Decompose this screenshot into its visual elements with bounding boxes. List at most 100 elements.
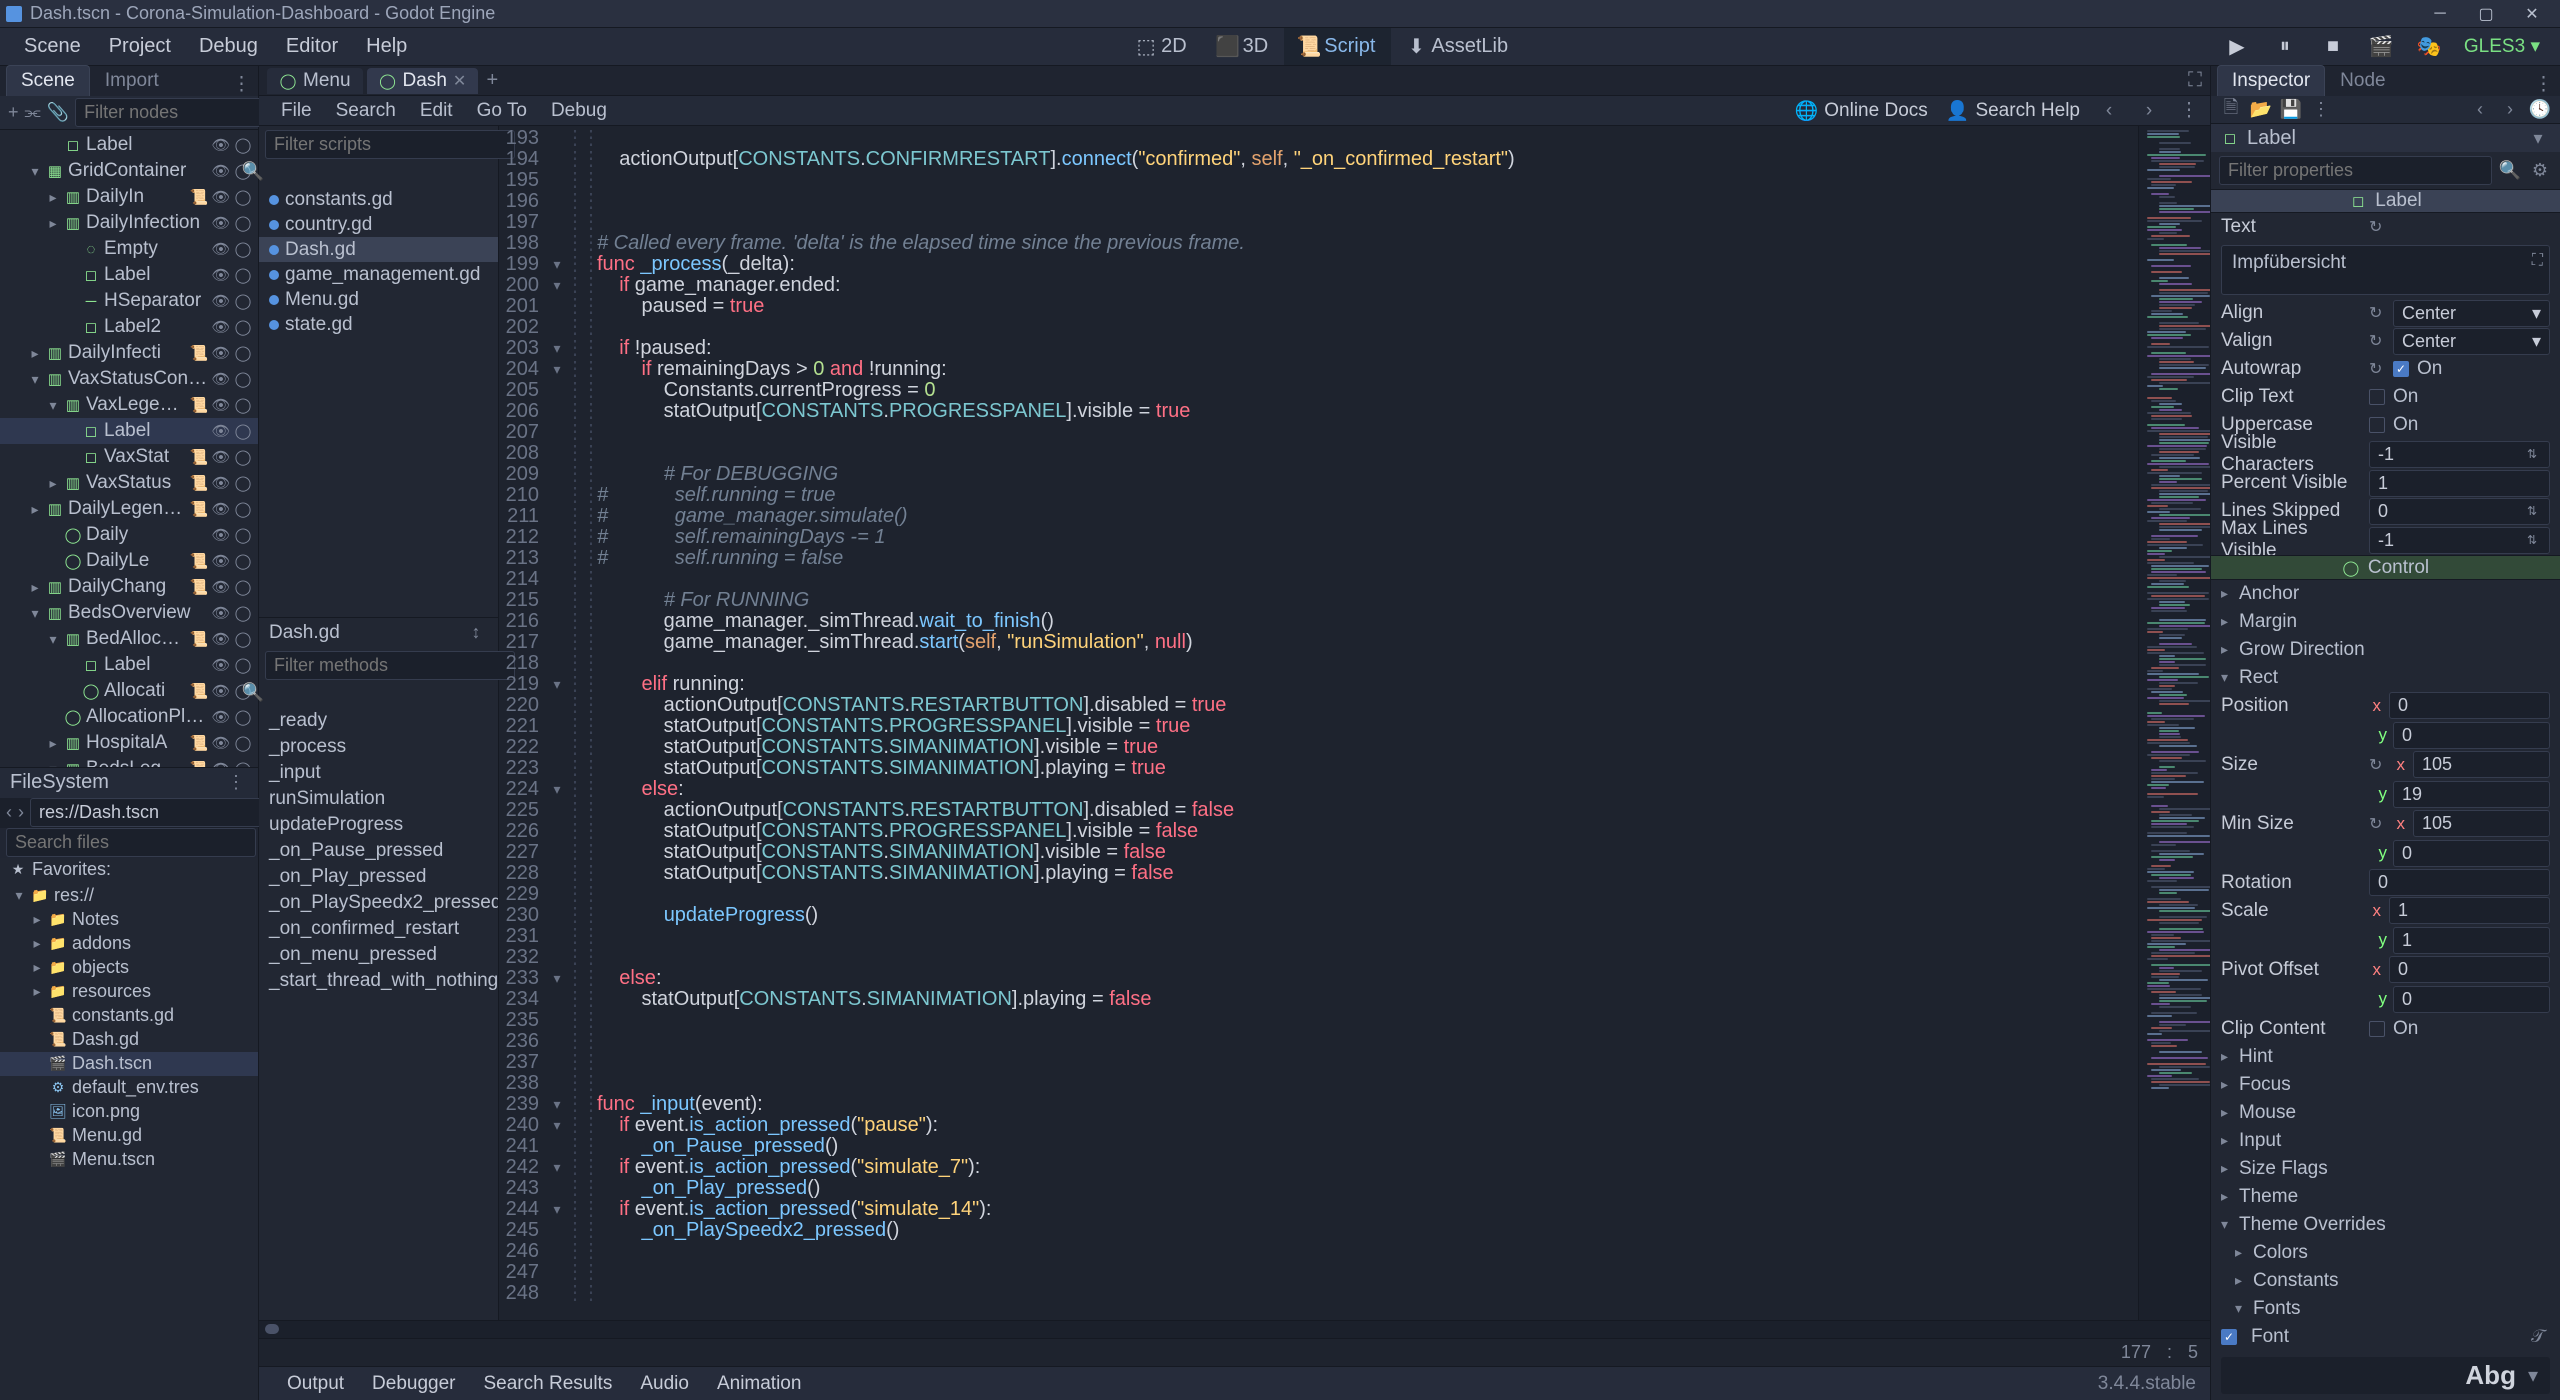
script-icon[interactable]: 📜 [190, 500, 208, 518]
distraction-free-button[interactable]: ⛶ [2188, 69, 2202, 92]
align-dropdown[interactable]: Center▾ [2393, 300, 2550, 327]
revert-icon[interactable]: ↻ [2369, 217, 2385, 237]
scale-y-input[interactable]: 1 [2393, 927, 2550, 954]
gutter[interactable]: ⋮ [565, 905, 581, 926]
size-x-input[interactable]: 105 [2413, 751, 2550, 778]
lock-icon[interactable]: ◯ [234, 292, 252, 310]
code-line[interactable]: 201⋮⋮ paused = true [499, 296, 2138, 317]
filesystem-menu-icon[interactable]: ⋮ [224, 771, 248, 795]
lock-icon[interactable]: ◯ [234, 422, 252, 440]
inspector-dock-menu-icon[interactable]: ⋮ [2533, 72, 2554, 96]
tools-icon[interactable]: ⚙ [2528, 159, 2552, 183]
section-label[interactable]: ◻Label [2211, 189, 2560, 213]
code-line[interactable]: 212⋮⋮# self.remainingDays -= 1 [499, 527, 2138, 548]
gutter[interactable]: ⋮ [565, 884, 581, 905]
tree-node[interactable]: ◻Label👁◯ [0, 262, 258, 288]
add-node-button[interactable]: + [8, 101, 19, 125]
method-item[interactable]: _input [259, 760, 498, 786]
caret-icon[interactable] [64, 450, 78, 464]
group-size-flags[interactable]: ▸Size Flags [2211, 1155, 2560, 1183]
visibility-icon[interactable]: 👁 [212, 604, 230, 622]
script-icon[interactable]: 📜 [190, 344, 208, 362]
fs-item[interactable]: 🖼icon.png [0, 1100, 258, 1124]
gutter[interactable]: ⋮ [565, 695, 581, 716]
lock-icon[interactable]: ◯ [234, 474, 252, 492]
code-line[interactable]: 220⋮⋮ actionOutput[CONSTANTS.RESTARTBUTT… [499, 695, 2138, 716]
code-line[interactable]: 194⋮⋮ actionOutput[CONSTANTS.CONFIRMREST… [499, 149, 2138, 170]
minsize-x-input[interactable]: 105 [2413, 810, 2550, 837]
mode-2d[interactable]: ⬚2D [1121, 28, 1203, 65]
script-icon[interactable]: 📜 [190, 188, 208, 206]
lock-icon[interactable]: ◯ [234, 578, 252, 596]
menu-project[interactable]: Project [95, 28, 185, 65]
code-line[interactable]: 198⋮⋮# Called every frame. 'delta' is th… [499, 233, 2138, 254]
gutter[interactable]: ⋮ [565, 1262, 581, 1283]
maxlines-input[interactable]: -1⇅ [2369, 527, 2550, 554]
script-icon[interactable]: 📜 [190, 552, 208, 570]
visibility-icon[interactable]: 👁 [212, 422, 230, 440]
lock-icon[interactable]: ◯ [234, 760, 252, 767]
lock-icon[interactable]: ◯ [234, 734, 252, 752]
script-icon[interactable]: 📜 [190, 448, 208, 466]
gutter[interactable]: ⋮ [565, 716, 581, 737]
gutter[interactable]: ⋮ [565, 1178, 581, 1199]
code-line[interactable]: 227⋮⋮ statOutput[CONSTANTS.SIMANIMATION]… [499, 842, 2138, 863]
method-item[interactable]: _on_PlaySpeedx2_pressed [259, 890, 498, 916]
resource-save-icon[interactable]: 💾 [2279, 98, 2303, 122]
gutter[interactable]: ⋮ [565, 863, 581, 884]
script-icon[interactable]: 📜 [190, 760, 208, 767]
visibility-icon[interactable]: 👁 [212, 526, 230, 544]
gutter[interactable]: ⋮ [565, 1136, 581, 1157]
gutter[interactable]: ⋮ [565, 275, 581, 296]
lock-icon[interactable]: ◯ [234, 448, 252, 466]
code-line[interactable]: 203▾⋮⋮ if !paused: [499, 338, 2138, 359]
caret-icon[interactable] [64, 320, 78, 334]
code-line[interactable]: 230⋮⋮ updateProgress() [499, 905, 2138, 926]
gutter[interactable]: ⋮ [565, 590, 581, 611]
tab-scene[interactable]: Scene [6, 65, 90, 96]
method-item[interactable]: _on_confirmed_restart [259, 916, 498, 942]
method-item[interactable]: runSimulation [259, 786, 498, 812]
tree-node[interactable]: ◯Daily👁◯ [0, 522, 258, 548]
visibility-icon[interactable]: 👁 [212, 240, 230, 258]
tree-node[interactable]: ▸▥DailyInfecti📜👁◯ [0, 340, 258, 366]
visibility-icon[interactable]: 👁 [212, 734, 230, 752]
fs-item[interactable]: ▸📁addons [0, 932, 258, 956]
code-line[interactable]: 204▾⋮⋮ if remainingDays > 0 and !running… [499, 359, 2138, 380]
add-scene-button[interactable]: + [482, 71, 502, 91]
caret-icon[interactable]: ▸ [46, 190, 60, 204]
tree-node[interactable]: ▸▥HospitalA📜👁◯ [0, 730, 258, 756]
method-item[interactable]: _on_Pause_pressed [259, 838, 498, 864]
code-line[interactable]: 221⋮⋮ statOutput[CONSTANTS.PROGRESSPANEL… [499, 716, 2138, 737]
sort-icon[interactable]: ↕ [464, 621, 488, 645]
fold-icon[interactable]: ▾ [549, 359, 565, 380]
gutter[interactable]: ⋮ [565, 338, 581, 359]
script-item[interactable]: constants.gd [259, 187, 498, 212]
method-item[interactable]: _on_menu_pressed [259, 942, 498, 968]
caret-icon[interactable] [64, 684, 78, 698]
gutter[interactable]: ⋮ [565, 569, 581, 590]
make-sub-icon[interactable]: ▾ [2526, 126, 2550, 150]
script-icon[interactable]: 📜 [190, 578, 208, 596]
menu-scene[interactable]: Scene [10, 28, 95, 65]
close-button[interactable]: ✕ [2510, 2, 2554, 26]
lock-icon[interactable]: ◯ [234, 240, 252, 258]
tree-node[interactable]: ▾▥BedsLegendCon📜👁◯ [0, 756, 258, 767]
methods-list[interactable]: _ready_process_inputrunSimulationupdateP… [259, 708, 498, 1320]
visibility-icon[interactable]: 👁 [212, 630, 230, 648]
caret-icon[interactable] [46, 554, 60, 568]
code-line[interactable]: 236⋮⋮ [499, 1031, 2138, 1052]
caret-icon[interactable] [46, 528, 60, 542]
gutter[interactable]: ⋮ [565, 296, 581, 317]
tree-node[interactable]: ◻Label2👁◯ [0, 314, 258, 340]
bottom-tab-audio[interactable]: Audio [626, 1370, 703, 1398]
fs-search-input[interactable] [6, 828, 256, 857]
code-line[interactable]: 237⋮⋮ [499, 1052, 2138, 1073]
visibility-icon[interactable]: 👁 [212, 682, 230, 700]
nav-back-button[interactable]: ‹ [2098, 100, 2120, 122]
code-line[interactable]: 199▾⋮⋮func _process(_delta): [499, 254, 2138, 275]
group-grow-direction[interactable]: ▸Grow Direction [2211, 636, 2560, 664]
code-line[interactable]: 231⋮⋮ [499, 926, 2138, 947]
percent-input[interactable]: 1 [2369, 470, 2550, 497]
gutter[interactable]: ⋮ [565, 1115, 581, 1136]
